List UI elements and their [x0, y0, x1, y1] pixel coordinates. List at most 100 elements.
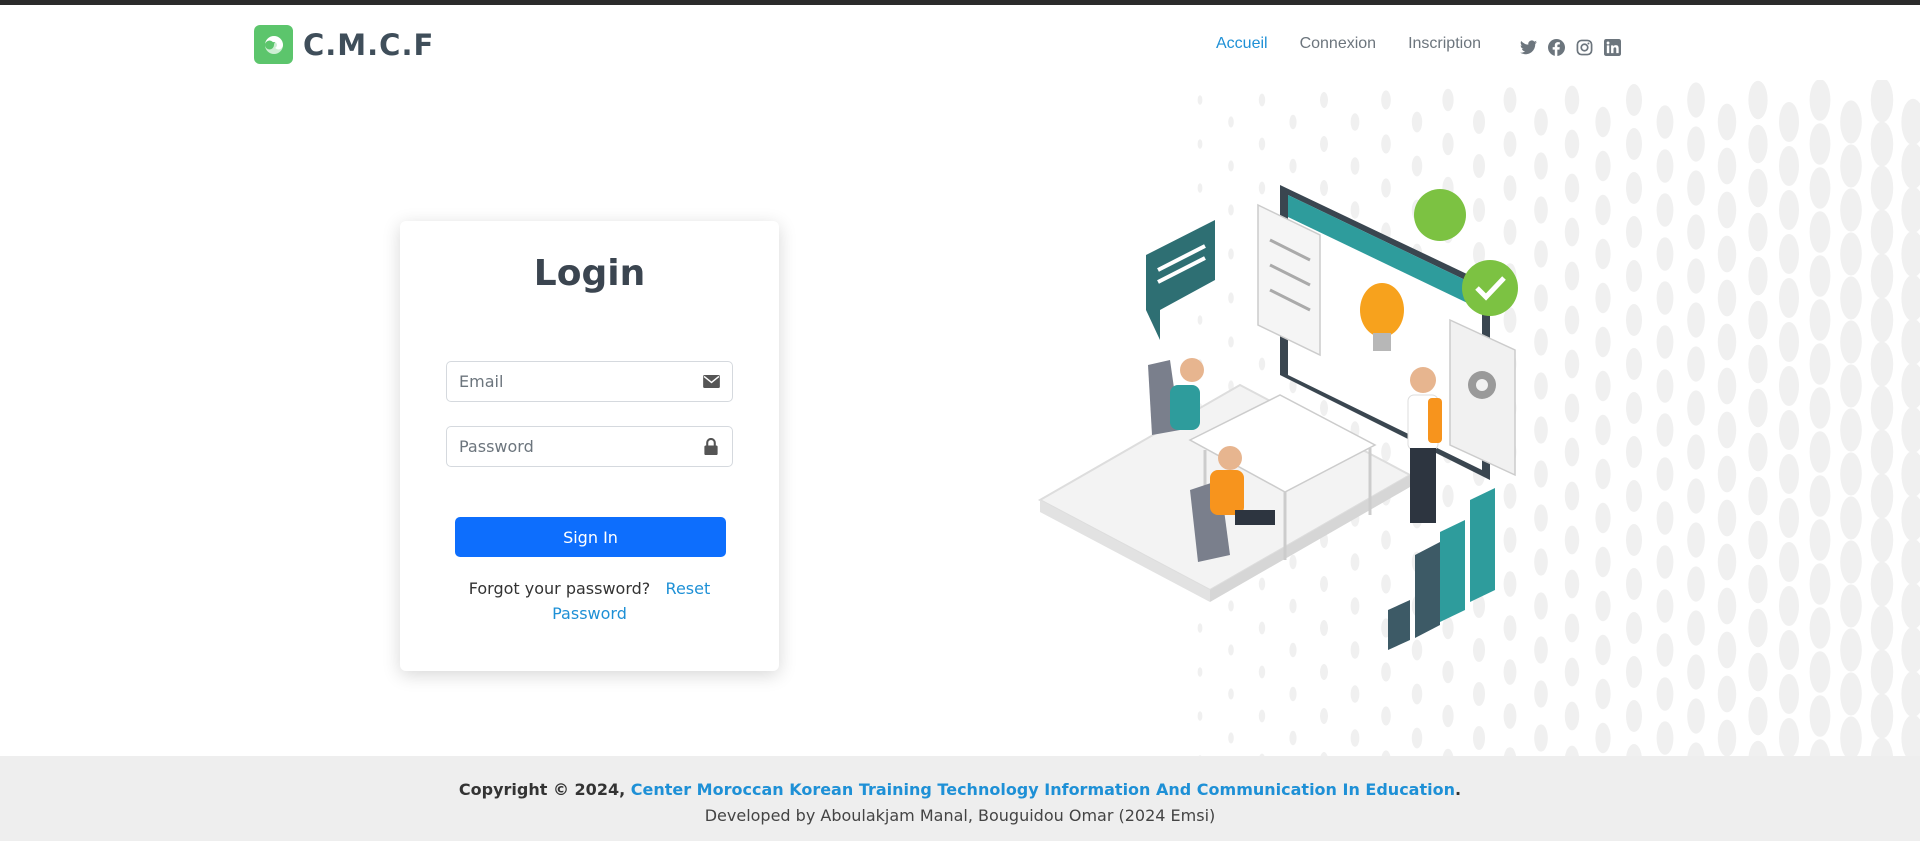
nav-item-connexion[interactable]: Connexion: [1300, 35, 1377, 53]
background-dot: [1687, 82, 1705, 118]
background-dot: [1687, 390, 1705, 426]
background-dot: [1717, 147, 1737, 185]
background-dot: [1442, 88, 1454, 112]
background-dot: [1748, 740, 1768, 756]
sign-in-button[interactable]: Sign In: [455, 517, 726, 557]
lock-icon: [702, 438, 720, 456]
background-dot: [1840, 188, 1862, 232]
background-dot: [1687, 214, 1705, 250]
background-dot: [1503, 703, 1517, 729]
site-header: C.M.C.F Accueil Connexion Inscription: [0, 5, 1920, 81]
background-dot: [1717, 675, 1737, 713]
background-dot: [1717, 587, 1737, 625]
instagram-icon[interactable]: [1575, 38, 1593, 56]
background-dot: [1840, 628, 1862, 672]
email-input[interactable]: [459, 372, 702, 391]
background-dot: [1564, 173, 1580, 203]
background-dot: [1870, 561, 1894, 607]
office-illustration: [1030, 170, 1550, 670]
background-dot: [1656, 413, 1674, 447]
background-dot: [1809, 563, 1831, 605]
background-dot: [1687, 698, 1705, 734]
copyright-text: Copyright © 2024,: [458, 780, 626, 799]
background-dot: [1809, 431, 1831, 473]
linkedin-icon[interactable]: [1603, 38, 1621, 56]
background-dot: [1626, 612, 1642, 644]
background-dot: [1228, 688, 1234, 700]
background-dot: [1717, 235, 1737, 273]
brand[interactable]: C.M.C.F: [254, 25, 434, 64]
login-title: Login: [533, 253, 646, 294]
facebook-icon[interactable]: [1547, 38, 1565, 56]
background-dot: [1748, 300, 1768, 340]
background-dot: [1687, 610, 1705, 646]
background-dot: [1748, 652, 1768, 692]
background-dot: [1870, 121, 1894, 167]
background-dot: [1626, 216, 1642, 248]
background-dot: [1197, 95, 1203, 105]
background-dot: [1779, 146, 1799, 186]
background-dot: [1381, 90, 1391, 110]
background-dot: [1717, 543, 1737, 581]
background-dot: [1840, 540, 1862, 584]
background-dot: [1901, 450, 1920, 498]
background-dot: [1717, 719, 1737, 756]
background-dot: [1197, 711, 1203, 721]
background-dot: [1717, 191, 1737, 229]
background-dot: [1870, 605, 1894, 651]
background-dot: [1717, 103, 1737, 141]
password-field-wrapper: [446, 426, 733, 467]
background-dot: [1626, 568, 1642, 600]
background-dot: [1809, 299, 1831, 341]
background-dot: [1411, 111, 1423, 133]
password-input[interactable]: [459, 437, 702, 456]
background-dot: [1595, 106, 1611, 138]
background-dot: [1840, 100, 1862, 144]
nav-item-accueil[interactable]: Accueil: [1216, 35, 1268, 53]
background-dot: [1901, 230, 1920, 278]
background-dot: [1289, 730, 1297, 746]
background-dot: [1534, 724, 1548, 752]
background-dot: [1320, 708, 1328, 724]
background-dot: [1717, 411, 1737, 449]
background-dot: [1289, 686, 1297, 702]
background-dot: [1870, 297, 1894, 343]
background-dot: [1748, 476, 1768, 516]
background-dot: [1687, 170, 1705, 206]
background-dot: [1809, 255, 1831, 297]
background-dot: [1840, 276, 1862, 320]
background-dot: [1595, 458, 1611, 490]
background-dot: [1870, 341, 1894, 387]
twitter-icon[interactable]: [1519, 38, 1537, 56]
background-dot: [1809, 80, 1831, 121]
background-dot: [1748, 564, 1768, 604]
background-dot: [1687, 258, 1705, 294]
organization-link[interactable]: Center Moroccan Korean Training Technolo…: [631, 780, 1455, 799]
background-dot: [1809, 167, 1831, 209]
background-dot: [1656, 501, 1674, 535]
background-dot: [1656, 281, 1674, 315]
background-dot: [1626, 436, 1642, 468]
background-dot: [1870, 80, 1894, 123]
background-dot: [1809, 475, 1831, 517]
background-dot: [1748, 388, 1768, 428]
background-dot: [1748, 124, 1768, 164]
background-dot: [1350, 729, 1360, 747]
background-dot: [1901, 626, 1920, 674]
background-dot: [1748, 608, 1768, 648]
background-dot: [1564, 393, 1580, 423]
background-dot: [1687, 302, 1705, 338]
background-dot: [1840, 408, 1862, 452]
background-dot: [1809, 695, 1831, 737]
background-dot: [1748, 256, 1768, 296]
background-dot: [1901, 318, 1920, 366]
background-dot: [1901, 98, 1920, 146]
background-dot: [1717, 279, 1737, 317]
background-dot: [1258, 709, 1266, 723]
background-dot: [1626, 700, 1642, 732]
background-dot: [1901, 494, 1920, 542]
background-dot: [1320, 92, 1328, 108]
background-dot: [1809, 651, 1831, 693]
nav-item-inscription[interactable]: Inscription: [1408, 35, 1481, 53]
background-dot: [1870, 209, 1894, 255]
